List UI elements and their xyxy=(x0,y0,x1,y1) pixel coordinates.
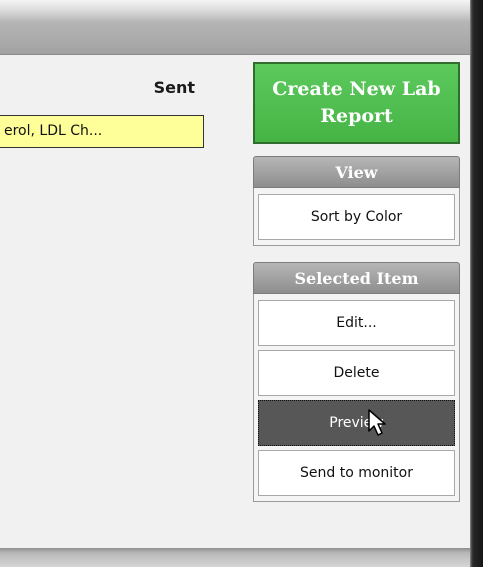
title-bar xyxy=(0,0,470,55)
app-window: Sent erol, LDL Ch... Create New Lab Repo… xyxy=(0,0,471,567)
send-to-monitor-button[interactable]: Send to monitor xyxy=(258,450,455,496)
lab-report-item[interactable]: erol, LDL Ch... xyxy=(0,115,204,148)
create-button-line1: Create New Lab xyxy=(272,78,441,100)
window-edge xyxy=(470,0,483,567)
view-panel-header: View xyxy=(253,156,460,188)
delete-button[interactable]: Delete xyxy=(258,350,455,396)
preview-button[interactable]: Preview xyxy=(258,400,455,446)
create-button-line2: Report xyxy=(320,105,393,127)
view-panel: Sort by Color xyxy=(253,188,460,246)
sort-by-color-button[interactable]: Sort by Color xyxy=(258,194,455,240)
create-new-lab-report-button[interactable]: Create New Lab Report xyxy=(253,62,460,144)
lab-report-list: Sent erol, LDL Ch... xyxy=(0,55,246,548)
bottom-bar xyxy=(0,548,470,567)
mouse-pointer-icon xyxy=(368,409,386,436)
selected-item-panel-header: Selected Item xyxy=(253,262,460,294)
edit-button[interactable]: Edit... xyxy=(258,300,455,346)
sent-column-header[interactable]: Sent xyxy=(154,78,195,97)
selected-item-panel: Edit... Delete Preview Send to monitor xyxy=(253,294,460,502)
